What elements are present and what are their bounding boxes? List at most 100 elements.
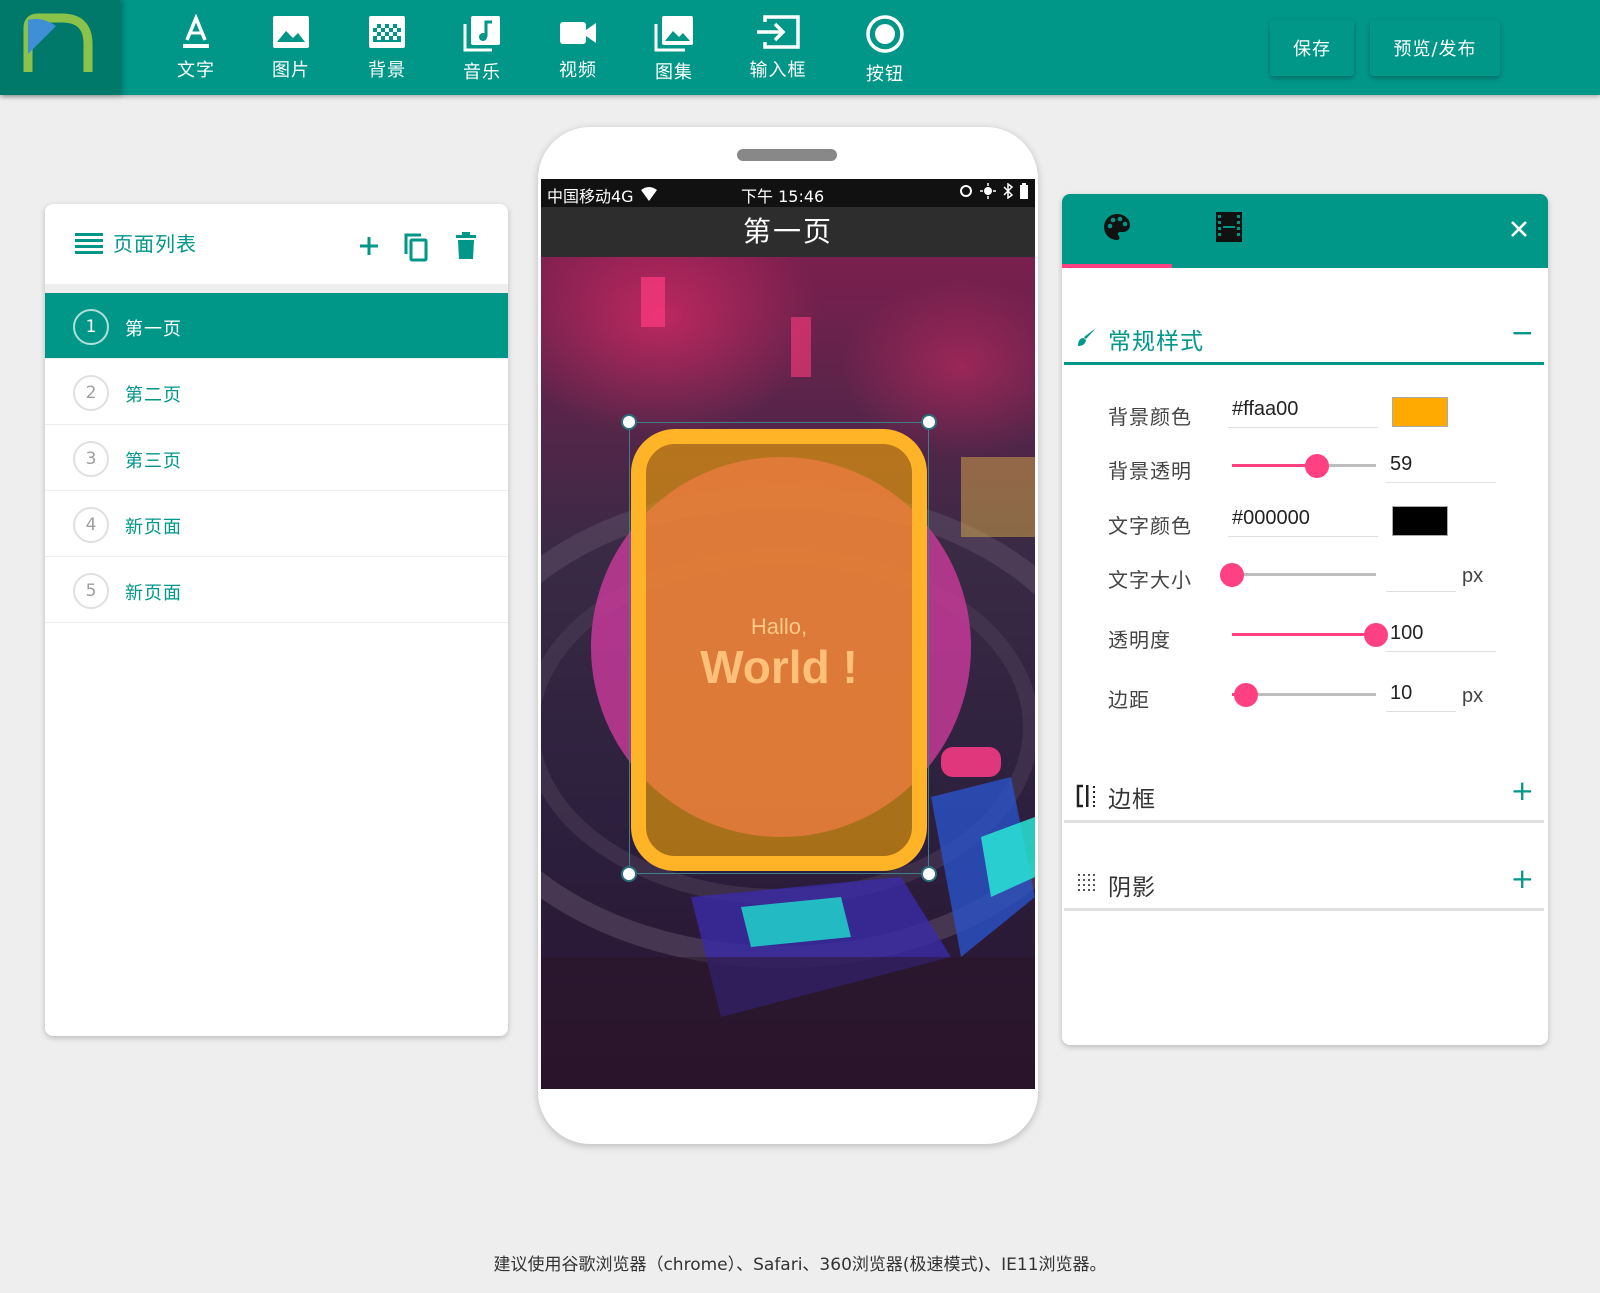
close-icon[interactable] [1510,220,1528,238]
tool-background[interactable]: 背景 [347,14,427,86]
phone-preview: 中国移动4G 下午 15:46 第一页 Hallo, World ! [538,127,1038,1144]
bg-opacity-input[interactable] [1386,447,1496,483]
font-size-slider[interactable] [1220,560,1376,590]
slider-knob[interactable] [1234,683,1259,707]
image-icon [273,16,309,48]
delete-page-icon[interactable] [455,232,477,260]
border-icon [1076,784,1095,808]
opacity-input[interactable] [1386,616,1496,652]
resize-handle-top-left[interactable] [621,414,637,430]
margin-input[interactable] [1386,676,1456,712]
sync-icon [959,185,972,197]
text-color-label: 文字颜色 [1108,514,1192,538]
palette-icon[interactable] [1102,212,1132,242]
tool-gallery[interactable]: 图集 [634,14,714,86]
carrier-text: 中国移动4G [547,187,634,206]
resize-handle-bottom-left[interactable] [621,866,637,882]
page-number-badge: 4 [73,507,109,543]
browser-recommendation-note: 建议使用谷歌浏览器（chrome）、Safari、360浏览器(极速模式)、IE… [493,1255,1107,1275]
logo-icon [23,13,93,72]
font-size-label: 文字大小 [1108,568,1192,592]
header-divider [45,284,508,293]
resize-handle-top-right[interactable] [921,414,937,430]
section-title: 阴影 [1108,875,1156,901]
status-icons [958,182,1029,203]
collapse-toggle[interactable]: − [1511,316,1534,349]
bg-opacity-label: 背景透明 [1108,459,1192,483]
opacity-slider[interactable] [1232,620,1388,650]
properties-tabs [1062,194,1548,268]
margin-unit: px [1462,685,1484,707]
list-icon [75,233,103,254]
clock-text: 下午 15:46 [741,187,825,206]
margin-label: 边距 [1108,688,1150,712]
preview-publish-button[interactable]: 预览/发布 [1370,20,1500,76]
page-list-item[interactable]: 1 第一页 [45,293,508,359]
app-logo[interactable] [0,0,120,95]
tool-label: 背景 [368,60,406,81]
properties-panel: 常规样式 − 背景颜色 背景透明 文字颜色 文字大小 px 透明度 边距 px [1062,194,1548,1045]
section-divider [1064,820,1544,823]
music-icon [463,16,500,52]
tool-music[interactable]: 音乐 [442,14,522,86]
page-list-item[interactable]: 3 第三页 [45,425,508,491]
page-list-title: 页面列表 [113,232,197,256]
page-name: 第二页 [125,385,182,406]
brightness-icon [979,183,996,199]
text-color-input[interactable] [1228,501,1378,537]
section-title: 常规样式 [1108,329,1204,355]
slider-knob[interactable] [1364,623,1388,647]
section-border[interactable]: 边框 + [1062,770,1548,820]
section-title: 边框 [1108,787,1156,813]
tool-label: 图片 [272,60,310,81]
save-button[interactable]: 保存 [1270,20,1354,76]
page-list-item[interactable]: 4 新页面 [45,491,508,557]
add-page-icon[interactable] [357,234,381,258]
bg-color-swatch[interactable] [1392,397,1448,427]
tool-label: 音乐 [463,62,501,83]
phone-speaker [737,149,837,161]
page-number-badge: 3 [73,441,109,477]
text-icon [183,14,209,48]
shadow-icon [1078,874,1095,891]
wifi-icon [641,187,657,201]
slider-knob[interactable] [1304,454,1329,478]
section-general-style[interactable]: 常规样式 − [1062,312,1548,362]
text-color-swatch[interactable] [1392,506,1448,536]
tool-label: 按钮 [866,64,904,85]
expand-toggle[interactable]: + [1511,862,1534,895]
tool-video[interactable]: 视频 [538,14,618,86]
copy-page-icon[interactable] [403,232,429,262]
section-divider [1064,362,1544,365]
section-shadow[interactable]: 阴影 + [1062,858,1548,908]
resize-handle-bottom-right[interactable] [921,866,937,882]
phone-screen: 中国移动4G 下午 15:46 第一页 Hallo, World ! [541,179,1035,1089]
page-list-item[interactable]: 5 新页面 [45,557,508,623]
brush-icon [1078,328,1096,346]
tool-label: 文字 [177,60,215,81]
tool-button[interactable]: 按钮 [845,14,925,86]
bg-color-label: 背景颜色 [1108,405,1192,429]
tool-text[interactable]: 文字 [156,14,236,86]
font-size-input[interactable] [1386,556,1456,592]
tool-input[interactable]: 输入框 [738,14,818,86]
page-name: 新页面 [125,583,182,604]
expand-toggle[interactable]: + [1511,774,1534,807]
bg-color-input[interactable] [1228,392,1378,428]
page-canvas: Hallo, World ! [541,257,1035,1089]
page-number-badge: 2 [73,375,109,411]
font-size-unit: px [1462,565,1484,587]
page-number-badge: 1 [73,309,109,345]
battery-icon [1020,183,1028,199]
margin-slider[interactable] [1232,680,1376,710]
page-list-item[interactable]: 2 第二页 [45,359,508,425]
slider-fill [1232,633,1376,636]
input-icon [757,15,800,49]
tool-image[interactable]: 图片 [251,14,331,86]
animation-film-icon[interactable] [1216,212,1242,242]
page-list-header: 页面列表 [45,204,508,284]
bg-opacity-slider[interactable] [1232,451,1376,481]
page-number-badge: 5 [73,573,109,609]
slider-knob[interactable] [1220,563,1244,587]
background-icon [369,16,405,48]
